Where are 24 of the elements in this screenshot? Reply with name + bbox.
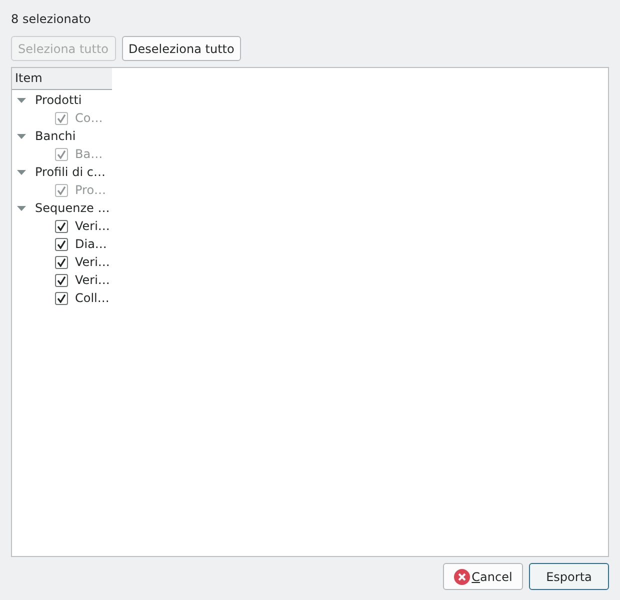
collapse-arrow-icon[interactable]: [17, 169, 26, 175]
checkbox[interactable]: [55, 238, 68, 250]
tree-item[interactable]: Coll…: [75, 291, 110, 305]
checkbox[interactable]: [55, 220, 68, 232]
tree-item[interactable]: Veri…: [75, 255, 110, 269]
selection-count: 8 selezionato: [11, 12, 91, 28]
collapse-arrow-icon[interactable]: [17, 97, 26, 103]
tree-item[interactable]: Banchi: [35, 129, 76, 143]
column-header[interactable]: Item: [12, 68, 112, 90]
tree-item[interactable]: Profili di c…: [35, 165, 106, 179]
checkbox[interactable]: [55, 256, 68, 268]
close-icon: [454, 568, 470, 584]
tree-item[interactable]: Prodotti: [35, 93, 82, 107]
tree-item[interactable]: Veri…: [75, 273, 110, 287]
collapse-arrow-icon[interactable]: [17, 133, 26, 139]
checkbox[interactable]: [55, 274, 68, 286]
cancel-button[interactable]: Cancel: [443, 563, 523, 590]
tree-item[interactable]: Dia…: [75, 237, 107, 251]
tree-item[interactable]: Veri…: [75, 219, 110, 233]
checkbox[interactable]: [55, 292, 68, 304]
collapse-arrow-icon[interactable]: [17, 205, 26, 211]
export-button[interactable]: Esporta: [529, 563, 609, 590]
tree-item[interactable]: Sequenze …: [35, 201, 110, 215]
deselect-all-button[interactable]: Deseleziona tutto: [122, 36, 242, 61]
